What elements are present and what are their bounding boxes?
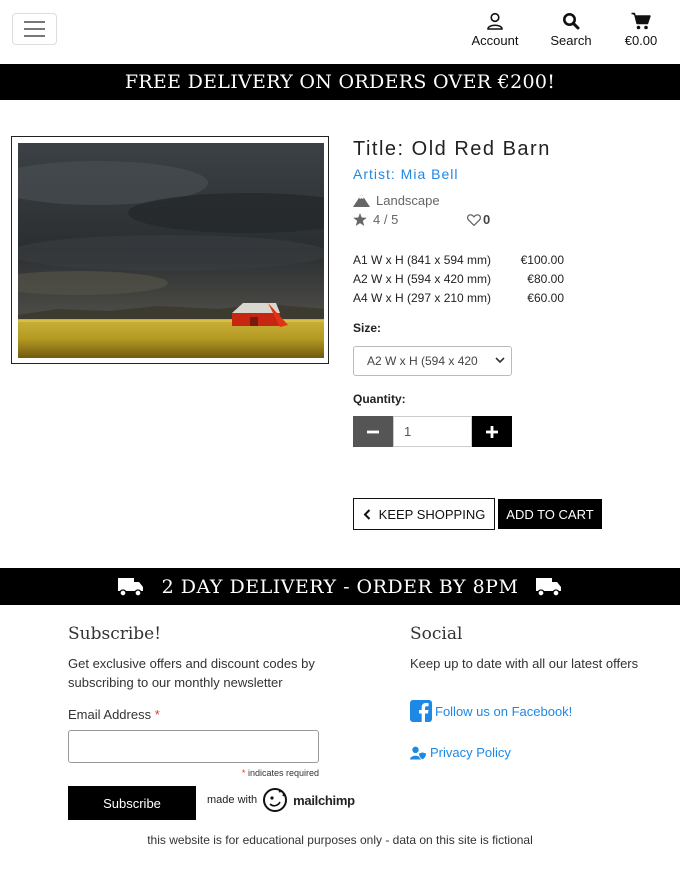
disclaimer-text: this website is for educational purposes… [147, 833, 533, 847]
made-with-text: made with [207, 794, 258, 806]
price-size: A2 W x H (594 x 420 mm) [353, 271, 492, 286]
truck-icon [117, 577, 143, 597]
top-navbar: Account Search €0.00 [0, 0, 680, 64]
privacy-policy-text: Privacy Policy [430, 745, 511, 760]
quantity-stepper: 1 [353, 416, 512, 447]
social-text: Keep up to date with all our latest offe… [410, 656, 639, 671]
free-delivery-banner: FREE DELIVERY ON ORDERS OVER €200! [0, 64, 680, 100]
truck-icon [536, 577, 562, 597]
subscribe-text: Get exclusive offers and discount codes … [68, 656, 315, 690]
keep-shopping-label: KEEP SHOPPING [378, 506, 486, 522]
decrement-button[interactable] [353, 416, 393, 447]
artist-link[interactable]: Artist: Mia Bell [353, 166, 673, 186]
price-value: €80.00 [527, 271, 564, 286]
delivery-text: 2 DAY DELIVERY - ORDER BY 8PM [161, 575, 519, 598]
cart-icon [631, 12, 651, 30]
hamburger-line [24, 35, 45, 37]
cart-link[interactable]: €0.00 [620, 12, 662, 48]
size-select[interactable]: A2 W x H (594 x 420 [353, 346, 512, 376]
social-heading: Social [410, 624, 463, 644]
keep-shopping-button[interactable]: KEEP SHOPPING [353, 498, 495, 530]
increment-button[interactable] [472, 416, 512, 447]
facebook-icon [410, 700, 432, 722]
user-shield-icon [410, 746, 427, 760]
facebook-link-text: Follow us on Facebook! [435, 703, 573, 719]
search-link[interactable]: Search [548, 12, 594, 48]
add-to-cart-button[interactable]: ADD TO CART [498, 499, 602, 529]
privacy-policy-link[interactable]: Privacy Policy [410, 745, 511, 760]
product-info: Title: Old Red Barn Artist: Mia Bell Lan… [353, 138, 673, 530]
category-label: Landscape [376, 193, 440, 208]
price-size: A4 W x H (297 x 210 mm) [353, 290, 492, 305]
price-value: €60.00 [527, 290, 564, 305]
product-title: Title: Old Red Barn [353, 138, 551, 160]
cart-total: €0.00 [624, 33, 658, 48]
mailchimp-badge[interactable]: made with mailchimp [207, 787, 355, 813]
price-size: A1 W x H (841 x 594 mm) [353, 252, 492, 267]
product-rating: 4 / 5 [353, 212, 398, 227]
hamburger-line [24, 28, 45, 30]
likes-count: 0 [483, 212, 491, 227]
rating-value: 4 / 5 [373, 212, 399, 227]
chevron-down-icon [495, 357, 505, 364]
chevron-left-icon [363, 508, 370, 520]
social-section: Social Keep up to date with all our late… [410, 624, 640, 760]
product-image [18, 143, 324, 358]
heart-icon [467, 213, 481, 226]
quantity-label: Quantity: [353, 392, 406, 406]
required-mark: * [154, 707, 160, 722]
quantity-input[interactable]: 1 [393, 416, 472, 447]
price-row: A2 W x H (594 x 420 mm) €80.00 [353, 269, 564, 288]
size-selected-value: A2 W x H (594 x 420 [367, 354, 478, 368]
mailchimp-wordmark: mailchimp [293, 792, 355, 808]
required-mark: * [241, 768, 246, 778]
product-category[interactable]: Landscape [353, 193, 440, 208]
plus-icon [486, 425, 498, 438]
delivery-banner: 2 DAY DELIVERY - ORDER BY 8PM [0, 568, 680, 605]
account-link[interactable]: Account [469, 12, 521, 48]
hamburger-line [24, 21, 45, 23]
search-icon [563, 13, 580, 30]
email-label-text: Email Address [68, 707, 152, 722]
user-icon [487, 12, 503, 30]
price-value: €100.00 [520, 252, 564, 267]
email-label: Email Address * [68, 707, 160, 722]
likes[interactable]: 0 [467, 212, 490, 227]
subscribe-heading: Subscribe! [68, 624, 162, 644]
subscribe-section: Subscribe! Get exclusive offers and disc… [68, 624, 368, 820]
price-row: A4 W x H (297 x 210 mm) €60.00 [353, 288, 564, 307]
hamburger-menu-button[interactable] [12, 13, 57, 45]
required-note-text: indicates required [247, 768, 319, 778]
star-icon [353, 213, 367, 226]
mountain-icon [353, 194, 370, 207]
minus-icon [367, 430, 379, 433]
size-label: Size: [353, 321, 382, 335]
facebook-link[interactable]: Follow us on Facebook! [410, 700, 572, 722]
product-image-frame [11, 136, 329, 364]
price-row: A1 W x H (841 x 594 mm) €100.00 [353, 250, 564, 269]
email-field[interactable] [68, 730, 319, 763]
search-label: Search [550, 33, 592, 48]
required-note: * indicates required [68, 768, 319, 778]
mailchimp-logo-icon [263, 788, 288, 812]
price-list: A1 W x H (841 x 594 mm) €100.00 A2 W x H… [353, 250, 564, 307]
account-label: Account [471, 33, 519, 48]
subscribe-button[interactable]: Subscribe [68, 786, 196, 820]
